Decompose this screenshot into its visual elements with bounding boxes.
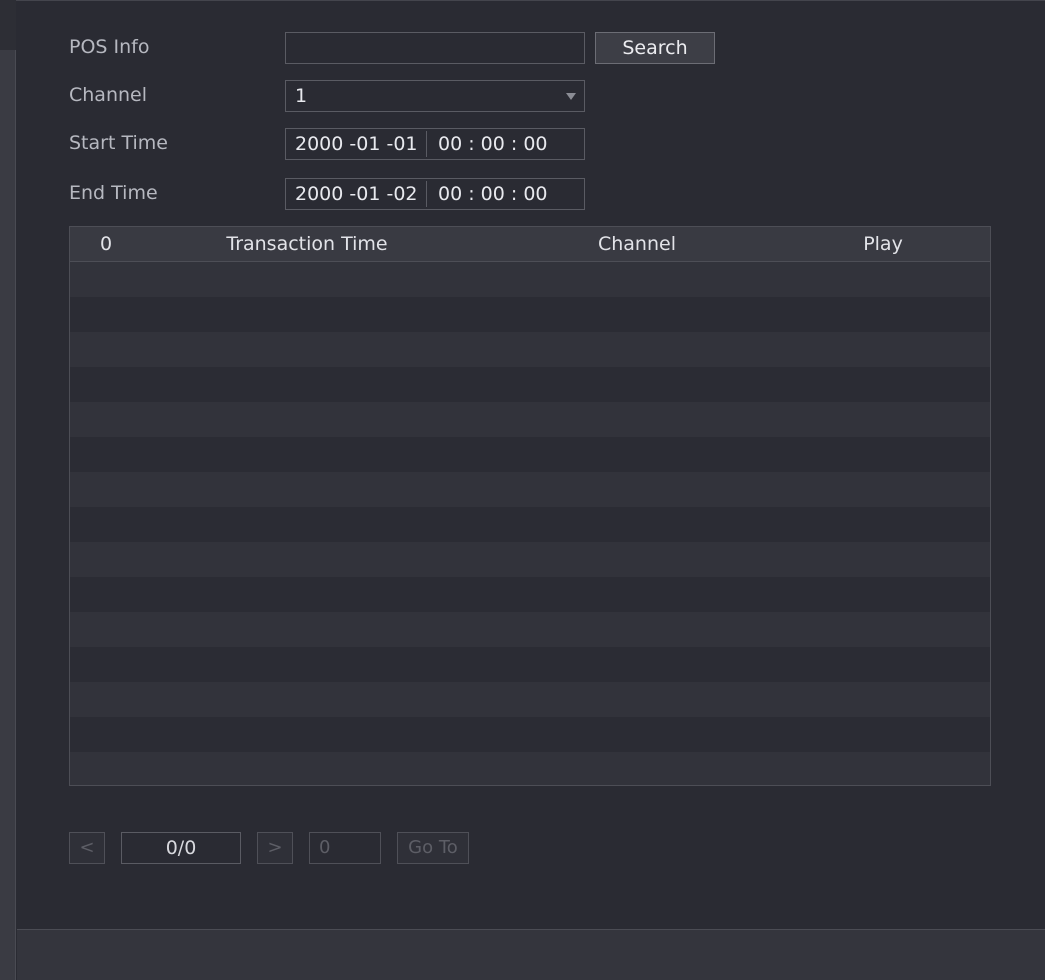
column-header-play[interactable]: Play bbox=[802, 227, 964, 261]
table-row[interactable] bbox=[70, 612, 990, 647]
table-row[interactable] bbox=[70, 332, 990, 367]
pos-info-label: POS Info bbox=[69, 36, 150, 58]
left-sidebar-strip bbox=[0, 0, 16, 980]
column-header-transaction-time[interactable]: Transaction Time bbox=[142, 227, 472, 261]
column-header-channel[interactable]: Channel bbox=[472, 227, 802, 261]
date-time-divider bbox=[426, 181, 427, 207]
start-time-value[interactable]: 00 : 00 : 00 bbox=[438, 129, 548, 159]
chevron-down-icon bbox=[566, 93, 576, 100]
channel-label: Channel bbox=[69, 84, 148, 106]
search-button[interactable]: Search bbox=[595, 32, 715, 64]
table-row[interactable] bbox=[70, 752, 990, 785]
column-header-count[interactable]: 0 bbox=[70, 227, 142, 261]
date-time-divider bbox=[426, 131, 427, 157]
end-time-value[interactable]: 00 : 00 : 00 bbox=[438, 179, 548, 209]
table-row[interactable] bbox=[70, 542, 990, 577]
channel-select[interactable]: 1 bbox=[285, 80, 585, 112]
table-header: 0 Transaction Time Channel Play bbox=[70, 227, 990, 262]
pos-info-input[interactable] bbox=[285, 32, 585, 64]
table-row[interactable] bbox=[70, 262, 990, 297]
goto-page-input[interactable]: 0 bbox=[309, 832, 381, 864]
page-indicator: 0/0 bbox=[121, 832, 241, 864]
start-time-label: Start Time bbox=[69, 132, 168, 154]
results-table: 0 Transaction Time Channel Play bbox=[69, 226, 991, 786]
goto-button[interactable]: Go To bbox=[397, 832, 469, 864]
footer-bar bbox=[17, 929, 1045, 980]
start-time-picker[interactable]: 2000 -01 -01 00 : 00 : 00 bbox=[285, 128, 585, 160]
channel-select-value: 1 bbox=[295, 85, 308, 107]
start-date-value[interactable]: 2000 -01 -01 bbox=[295, 129, 418, 159]
table-row[interactable] bbox=[70, 647, 990, 682]
left-sidebar-top bbox=[0, 0, 16, 50]
table-row[interactable] bbox=[70, 577, 990, 612]
table-row[interactable] bbox=[70, 682, 990, 717]
table-body bbox=[70, 262, 990, 785]
prev-page-button[interactable]: < bbox=[69, 832, 105, 864]
end-date-value[interactable]: 2000 -01 -02 bbox=[295, 179, 418, 209]
end-time-picker[interactable]: 2000 -01 -02 00 : 00 : 00 bbox=[285, 178, 585, 210]
table-row[interactable] bbox=[70, 507, 990, 542]
end-time-label: End Time bbox=[69, 182, 158, 204]
table-row[interactable] bbox=[70, 472, 990, 507]
next-page-button[interactable]: > bbox=[257, 832, 293, 864]
table-row[interactable] bbox=[70, 297, 990, 332]
table-row[interactable] bbox=[70, 717, 990, 752]
table-row[interactable] bbox=[70, 402, 990, 437]
table-row[interactable] bbox=[70, 437, 990, 472]
table-row[interactable] bbox=[70, 367, 990, 402]
